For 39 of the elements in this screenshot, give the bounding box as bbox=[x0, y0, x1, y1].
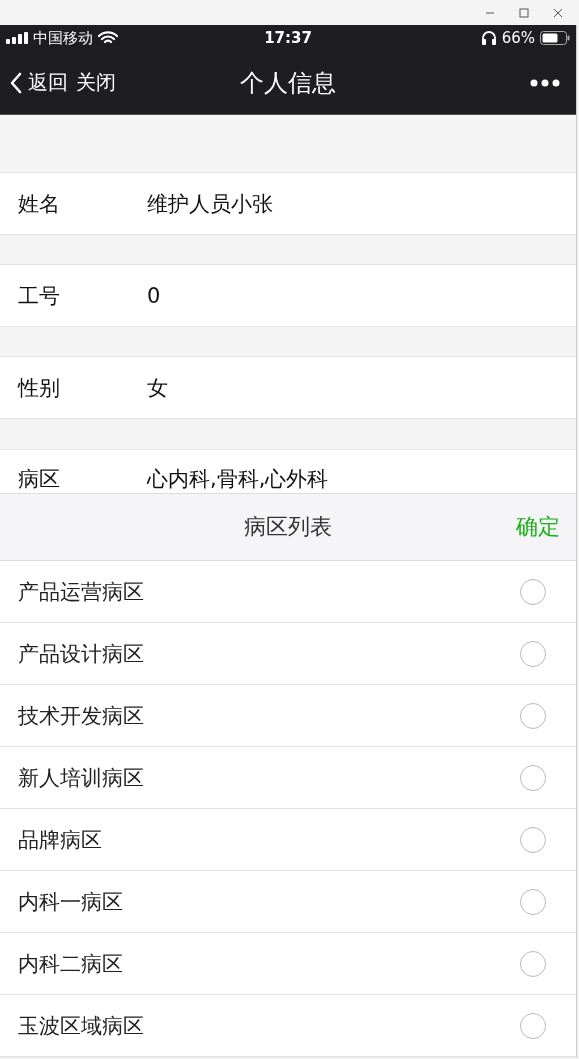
battery-icon bbox=[540, 31, 570, 45]
close-button[interactable]: 关闭 bbox=[76, 69, 116, 96]
close-icon[interactable] bbox=[553, 7, 563, 18]
ward-option[interactable]: 玉波区域病区 bbox=[0, 995, 576, 1057]
ward-name: 玉波区域病区 bbox=[18, 1012, 144, 1040]
ward-option[interactable]: 内科一病区 bbox=[0, 871, 576, 933]
headphones-icon bbox=[480, 30, 497, 46]
more-icon[interactable] bbox=[530, 78, 560, 87]
maximize-icon[interactable] bbox=[519, 7, 529, 18]
field-value: 0 bbox=[147, 283, 161, 308]
field-label: 性别 bbox=[16, 374, 61, 402]
ward-name: 技术开发病区 bbox=[18, 702, 144, 730]
clock-time: 17:37 bbox=[264, 29, 312, 47]
ward-option[interactable]: 新人培训病区 bbox=[0, 747, 576, 809]
back-button[interactable]: 返回 bbox=[10, 69, 68, 96]
ward-option[interactable]: 技术开发病区 bbox=[0, 685, 576, 747]
field-value: 女 bbox=[147, 374, 168, 402]
ward-option[interactable]: 内科二病区 bbox=[0, 933, 576, 995]
field-label: 工号 bbox=[17, 282, 61, 310]
ward-name: 产品运营病区 bbox=[18, 578, 144, 606]
page-title: 个人信息 bbox=[240, 67, 336, 99]
ward-name: 新人培训病区 bbox=[18, 764, 144, 792]
ward-name: 品牌病区 bbox=[18, 826, 102, 854]
ward-name: 内科二病区 bbox=[18, 950, 123, 978]
field-value: 维护人员小张 bbox=[147, 190, 273, 218]
ward-option[interactable]: 品牌病区 bbox=[0, 809, 576, 871]
ward-option[interactable]: 产品设计病区 bbox=[0, 623, 576, 685]
field-label: 姓名 bbox=[17, 190, 61, 218]
back-chevron-icon bbox=[10, 71, 22, 94]
ward-name: 内科一病区 bbox=[18, 888, 123, 916]
wifi-icon bbox=[98, 31, 118, 45]
field-label: 病区 bbox=[17, 466, 61, 493]
ward-option[interactable]: 产品运营病区 bbox=[0, 561, 576, 623]
carrier-name: 中国移动 bbox=[33, 28, 93, 48]
sheet-title: 病区列表 bbox=[244, 513, 332, 541]
battery-percent: 66% bbox=[501, 29, 535, 47]
signal-icon bbox=[6, 32, 28, 44]
field-value: 心内科,骨科,心外科 bbox=[147, 466, 329, 493]
ward-name: 产品设计病区 bbox=[18, 640, 144, 668]
